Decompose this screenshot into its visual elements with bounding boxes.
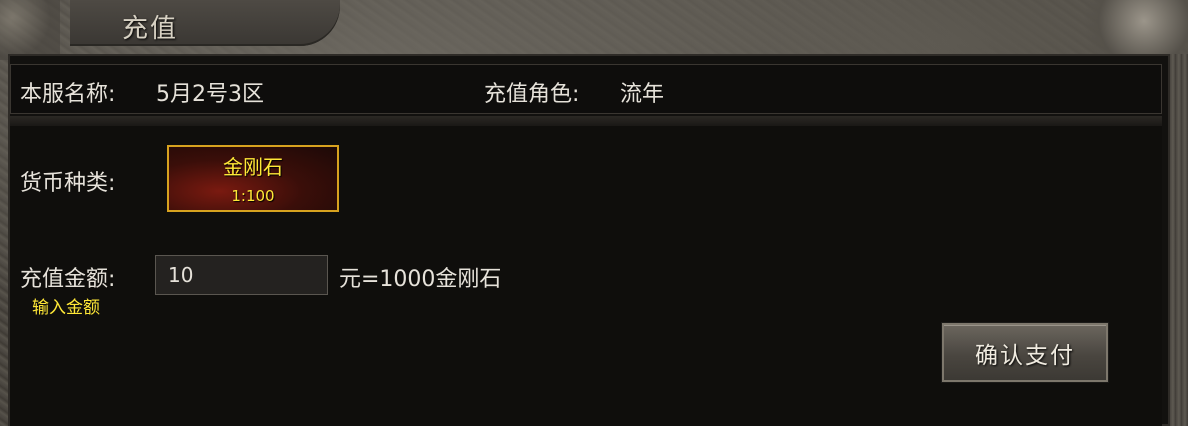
conversion-text: 元=1000金刚石 (339, 267, 502, 292)
role-label: 充值角色: (484, 82, 580, 107)
currency-name: 金刚石 (223, 155, 283, 179)
amount-input[interactable] (155, 255, 328, 295)
server-label: 本服名称: (20, 82, 116, 107)
divider (10, 116, 1162, 126)
currency-rate: 1:100 (231, 187, 275, 205)
currency-type-label: 货币种类: (20, 171, 116, 196)
frame-ornament-left (0, 0, 60, 60)
currency-option-diamond[interactable]: 金刚石 1:100 (167, 145, 339, 212)
window-title: 充值 (122, 14, 179, 44)
server-value: 5月2号3区 (156, 82, 264, 107)
frame-right-edge (1170, 54, 1188, 426)
amount-hint: 输入金额 (32, 298, 100, 318)
role-value: 流年 (620, 82, 665, 107)
title-tab (70, 0, 340, 46)
amount-label: 充值金额: (20, 267, 116, 292)
confirm-payment-button[interactable]: 确认支付 (942, 323, 1108, 382)
